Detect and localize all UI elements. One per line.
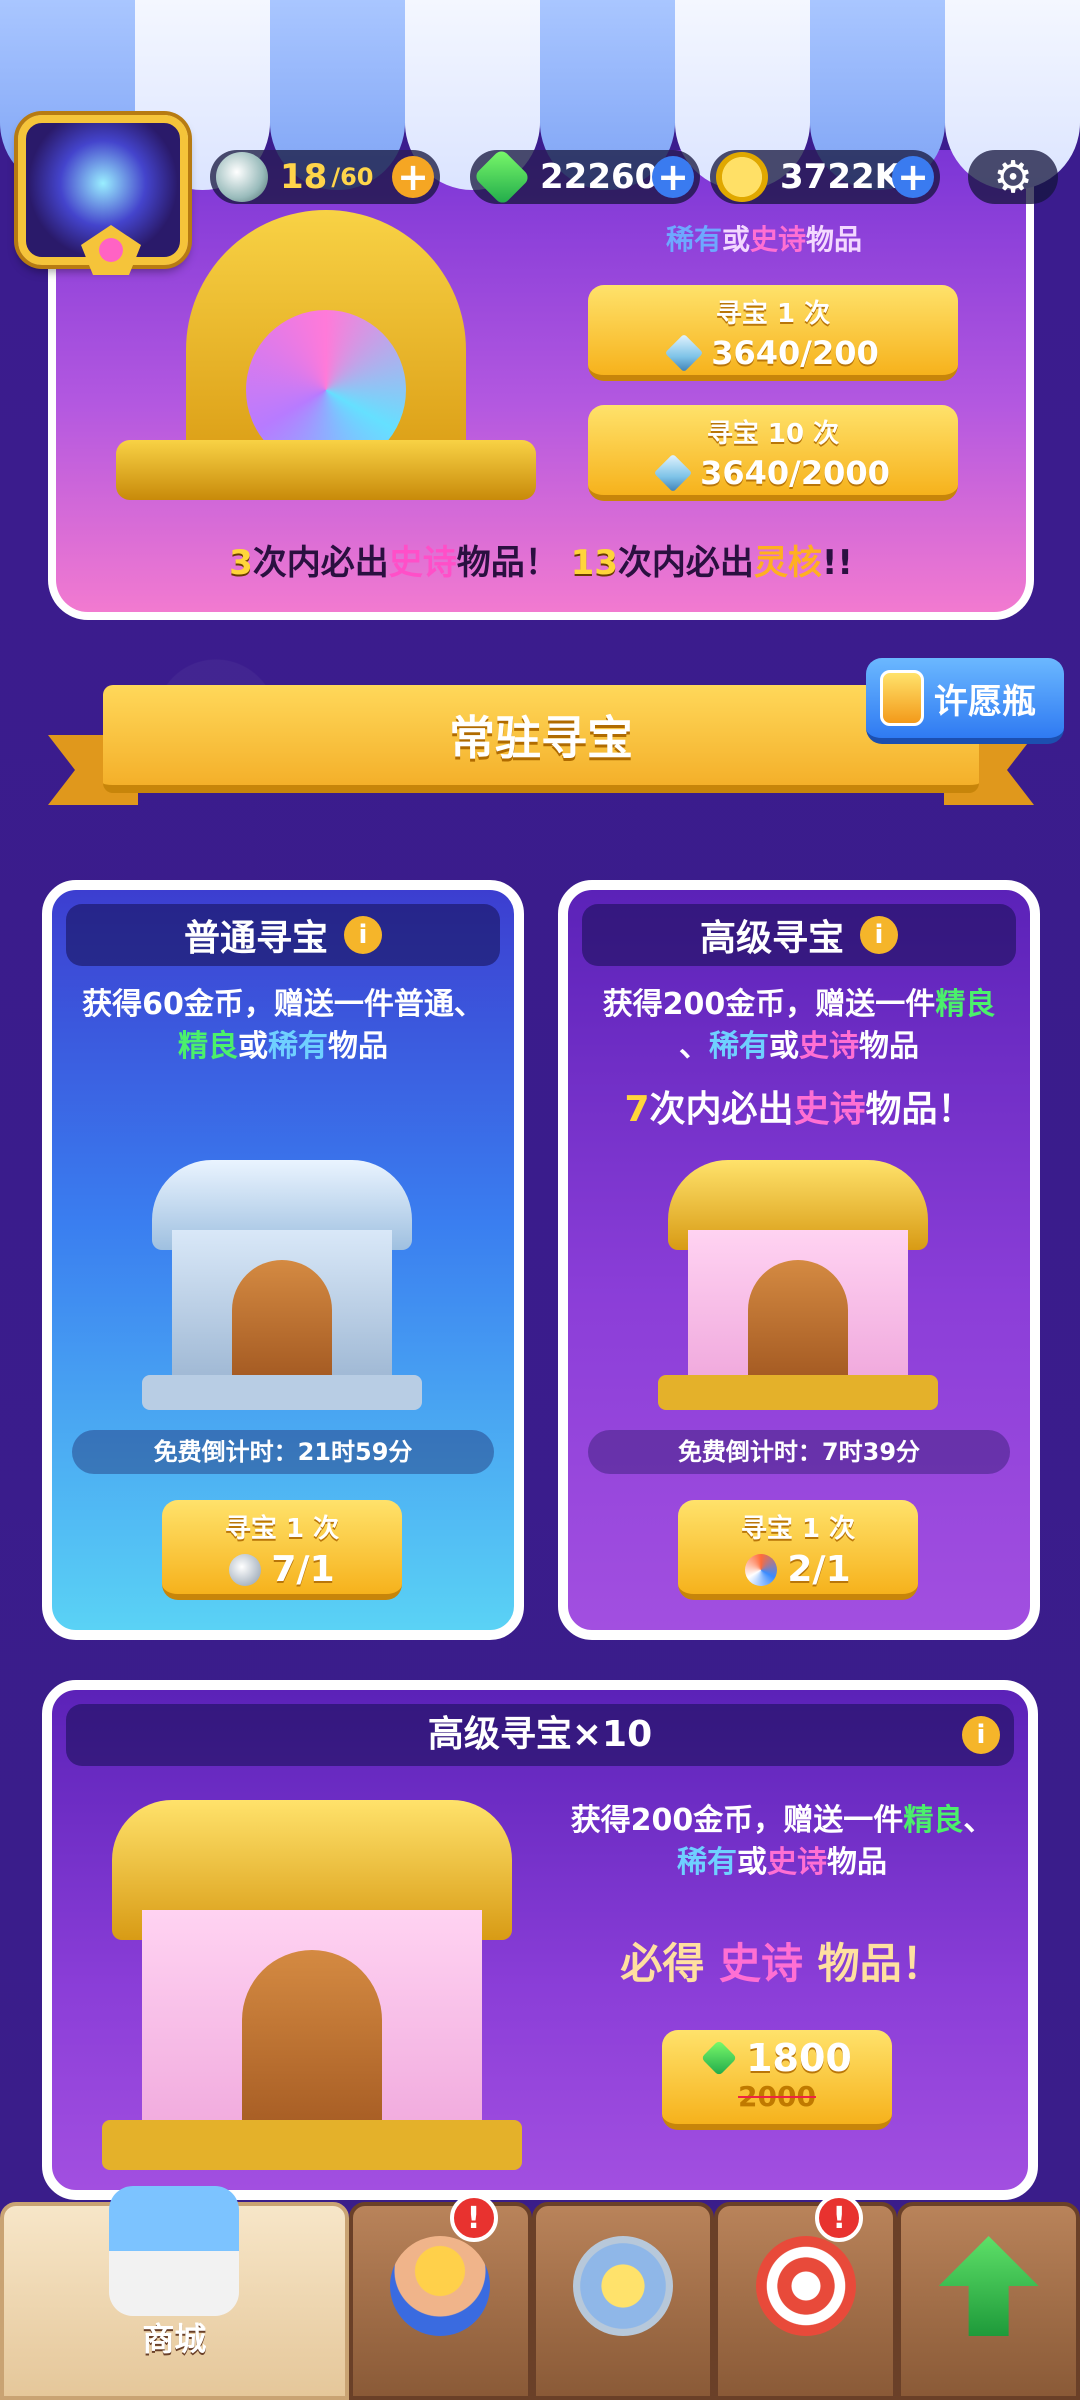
draw-label: 寻宝 1 次: [740, 1514, 856, 1544]
stamina-value: 18: [280, 157, 328, 197]
crystal-icon: [664, 333, 704, 373]
draw-cost: 7/1: [271, 1549, 335, 1590]
add-gold-button[interactable]: +: [892, 155, 934, 199]
alert-badge: !: [449, 2194, 498, 2242]
event-draw-1-label: 寻宝 1 次: [715, 299, 831, 329]
card-guarantee: 必得 史诗 物品！: [620, 1939, 944, 1988]
crystal-icon: [653, 453, 693, 493]
free-timer: 免费倒计时：21时59分: [72, 1430, 494, 1474]
gem-value: 22260: [540, 157, 659, 197]
nav-challenge[interactable]: !: [714, 2194, 898, 2400]
card-title: 普通寻宝: [183, 918, 328, 959]
event-draw-10-label: 寻宝 10 次: [706, 419, 840, 449]
event-draw-1-cost: 3640/200: [711, 334, 879, 372]
card-title: 高级寻宝×10: [427, 1714, 653, 1755]
draw-label: 寻宝 1 次: [224, 1514, 340, 1544]
gem-counter: 22260 +: [470, 148, 700, 206]
target-icon: [755, 2236, 856, 2336]
card-description: 获得200金币，赠送一件精良 、稀有或史诗物品: [602, 987, 996, 1064]
gear-icon: ⚙: [993, 151, 1033, 203]
draw-cost: 2/1: [787, 1549, 851, 1590]
add-gems-button[interactable]: +: [652, 155, 694, 199]
nav-shop-label: 商城: [142, 2320, 207, 2358]
stamina-counter: 18/60 +: [210, 150, 440, 204]
event-guarantee-text: 3次内必出史诗物品！ 13次内必出灵核!!: [229, 543, 853, 583]
upgrade-arrow-icon: [938, 2236, 1039, 2336]
card-header: 高级寻宝×10 i: [66, 1704, 1014, 1766]
gold-coin-icon: [716, 152, 768, 202]
nav-upgrade[interactable]: [897, 2202, 1080, 2400]
bottom-nav: 商城 ! !: [0, 2186, 1080, 2400]
normal-draw-button[interactable]: 寻宝 1 次 7/1: [162, 1500, 402, 1600]
wish-bottle-label: 许愿瓶: [934, 681, 1036, 722]
stamina-icon: [216, 152, 268, 202]
player-avatar[interactable]: [18, 115, 188, 275]
silver-gate-image: [142, 1160, 422, 1410]
info-icon[interactable]: i: [344, 916, 382, 954]
gold-gate-image: [658, 1160, 938, 1410]
nav-shop[interactable]: 商城: [0, 2186, 349, 2400]
event-draw-1-button[interactable]: 寻宝 1 次 3640/200: [588, 285, 958, 381]
card-guarantee: 7次内必出史诗物品！: [624, 1089, 974, 1130]
gold-value: 3722K: [780, 157, 901, 197]
price-current: 1800: [746, 2036, 852, 2080]
hero-icon: [390, 2236, 491, 2336]
add-stamina-button[interactable]: +: [392, 155, 434, 199]
advanced-draw-button[interactable]: 寻宝 1 次 2/1: [678, 1500, 918, 1600]
card-title: 高级寻宝: [699, 918, 844, 959]
buy-x10-button[interactable]: 1800 2000: [662, 2030, 892, 2130]
shop-icon: [109, 2186, 240, 2316]
gold-counter: 3722K +: [710, 150, 940, 204]
nav-battle[interactable]: [531, 2202, 715, 2400]
card-header: 普通寻宝 i: [66, 904, 500, 966]
normal-treasure-card: 普通寻宝 i 获得60金币，赠送一件普通、 精良或稀有物品 免费倒计时：21时5…: [42, 880, 524, 1640]
gem-icon: [701, 2039, 738, 2077]
crossed-swords-icon: [573, 2236, 674, 2336]
advanced-x10-card: 高级寻宝×10 i 获得200金币，赠送一件精良、 稀有或史诗物品 必得 史诗 …: [42, 1680, 1038, 2200]
stamina-max: /60: [331, 163, 374, 191]
alert-badge: !: [815, 2194, 864, 2242]
wish-bottle-button[interactable]: 许愿瓶: [866, 658, 1064, 744]
card-description: 获得200金币，赠送一件精良、 稀有或史诗物品: [570, 1803, 994, 1880]
advanced-treasure-card: 高级寻宝 i 获得200金币，赠送一件精良 、稀有或史诗物品 7次内必出史诗物品…: [558, 880, 1040, 1640]
gem-icon: [473, 148, 531, 206]
card-description: 获得60金币，赠送一件普通、 精良或稀有物品: [82, 987, 484, 1064]
card-header: 高级寻宝 i: [582, 904, 1016, 966]
section-ribbon: 常驻寻宝 许愿瓶: [48, 658, 1064, 825]
section-title: 常驻寻宝: [449, 711, 633, 765]
settings-button[interactable]: ⚙: [968, 150, 1058, 204]
silver-token-icon: [229, 1553, 262, 1586]
free-timer: 免费倒计时：7时39分: [588, 1430, 1010, 1474]
event-draw-10-button[interactable]: 寻宝 10 次 3640/2000: [588, 405, 958, 501]
info-icon[interactable]: i: [860, 916, 898, 954]
price-original: 2000: [738, 2080, 816, 2113]
event-draw-10-cost: 3640/2000: [700, 454, 890, 492]
wish-bottle-icon: [880, 670, 924, 726]
advanced-token-icon: [745, 1553, 778, 1586]
large-gold-gate-image: [102, 1800, 522, 2180]
crown-icon: [81, 225, 141, 275]
info-icon[interactable]: i: [962, 1716, 1000, 1754]
nav-heroes[interactable]: !: [348, 2194, 532, 2400]
resource-bar: 18/60 + 22260 + 3722K + ⚙: [0, 115, 1080, 275]
